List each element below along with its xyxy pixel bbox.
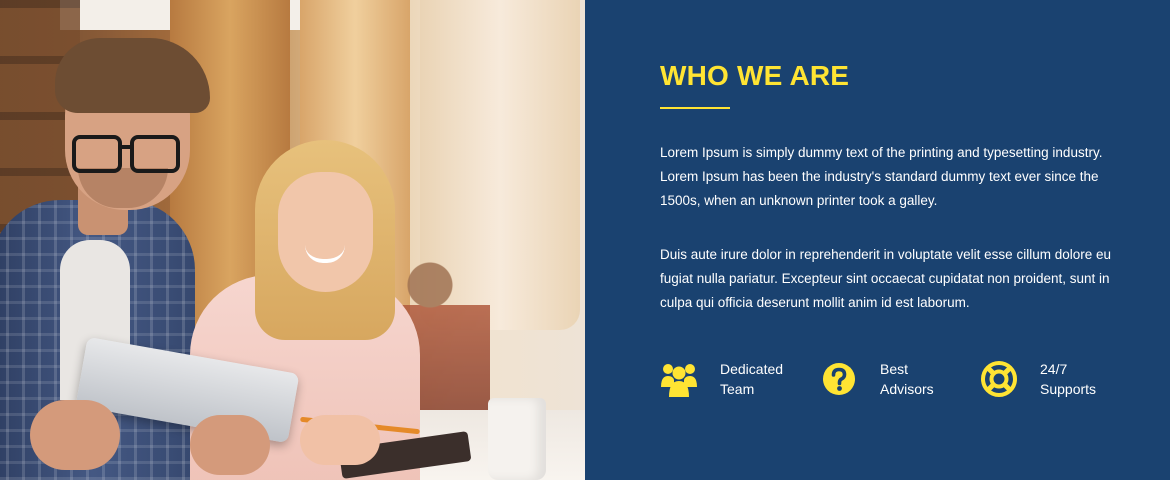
section-title: WHO WE ARE	[660, 60, 850, 91]
who-we-are-section: WHO WE ARE Lorem Ipsum is simply dummy t…	[0, 0, 1170, 480]
feature-label-line2: Team	[720, 381, 755, 397]
feature-label-line1: Dedicated	[720, 361, 784, 377]
feature-label-line2: Supports	[1040, 381, 1097, 397]
about-paragraph-1: Lorem Ipsum is simply dummy text of the …	[660, 145, 1103, 208]
feature-best-advisors: Best Advisors	[820, 357, 934, 401]
team-photo	[0, 0, 585, 480]
features-row: Dedicated Team Best Advisors 24/7 Suppor…	[660, 357, 1140, 401]
feature-label-line1: 24/7	[1040, 361, 1068, 377]
feature-label-line2: Advisors	[880, 381, 934, 397]
about-content-panel: WHO WE ARE Lorem Ipsum is simply dummy t…	[585, 0, 1170, 480]
question-icon	[820, 360, 858, 398]
about-paragraph-2: Duis aute irure dolor in reprehenderit i…	[660, 247, 1111, 310]
lifebuoy-icon	[980, 360, 1018, 398]
feature-support: 24/7 Supports	[980, 357, 1096, 401]
feature-label-line1: Best	[880, 361, 909, 377]
title-underline	[660, 107, 730, 109]
feature-dedicated-team: Dedicated Team	[660, 357, 783, 401]
team-icon	[660, 360, 698, 398]
